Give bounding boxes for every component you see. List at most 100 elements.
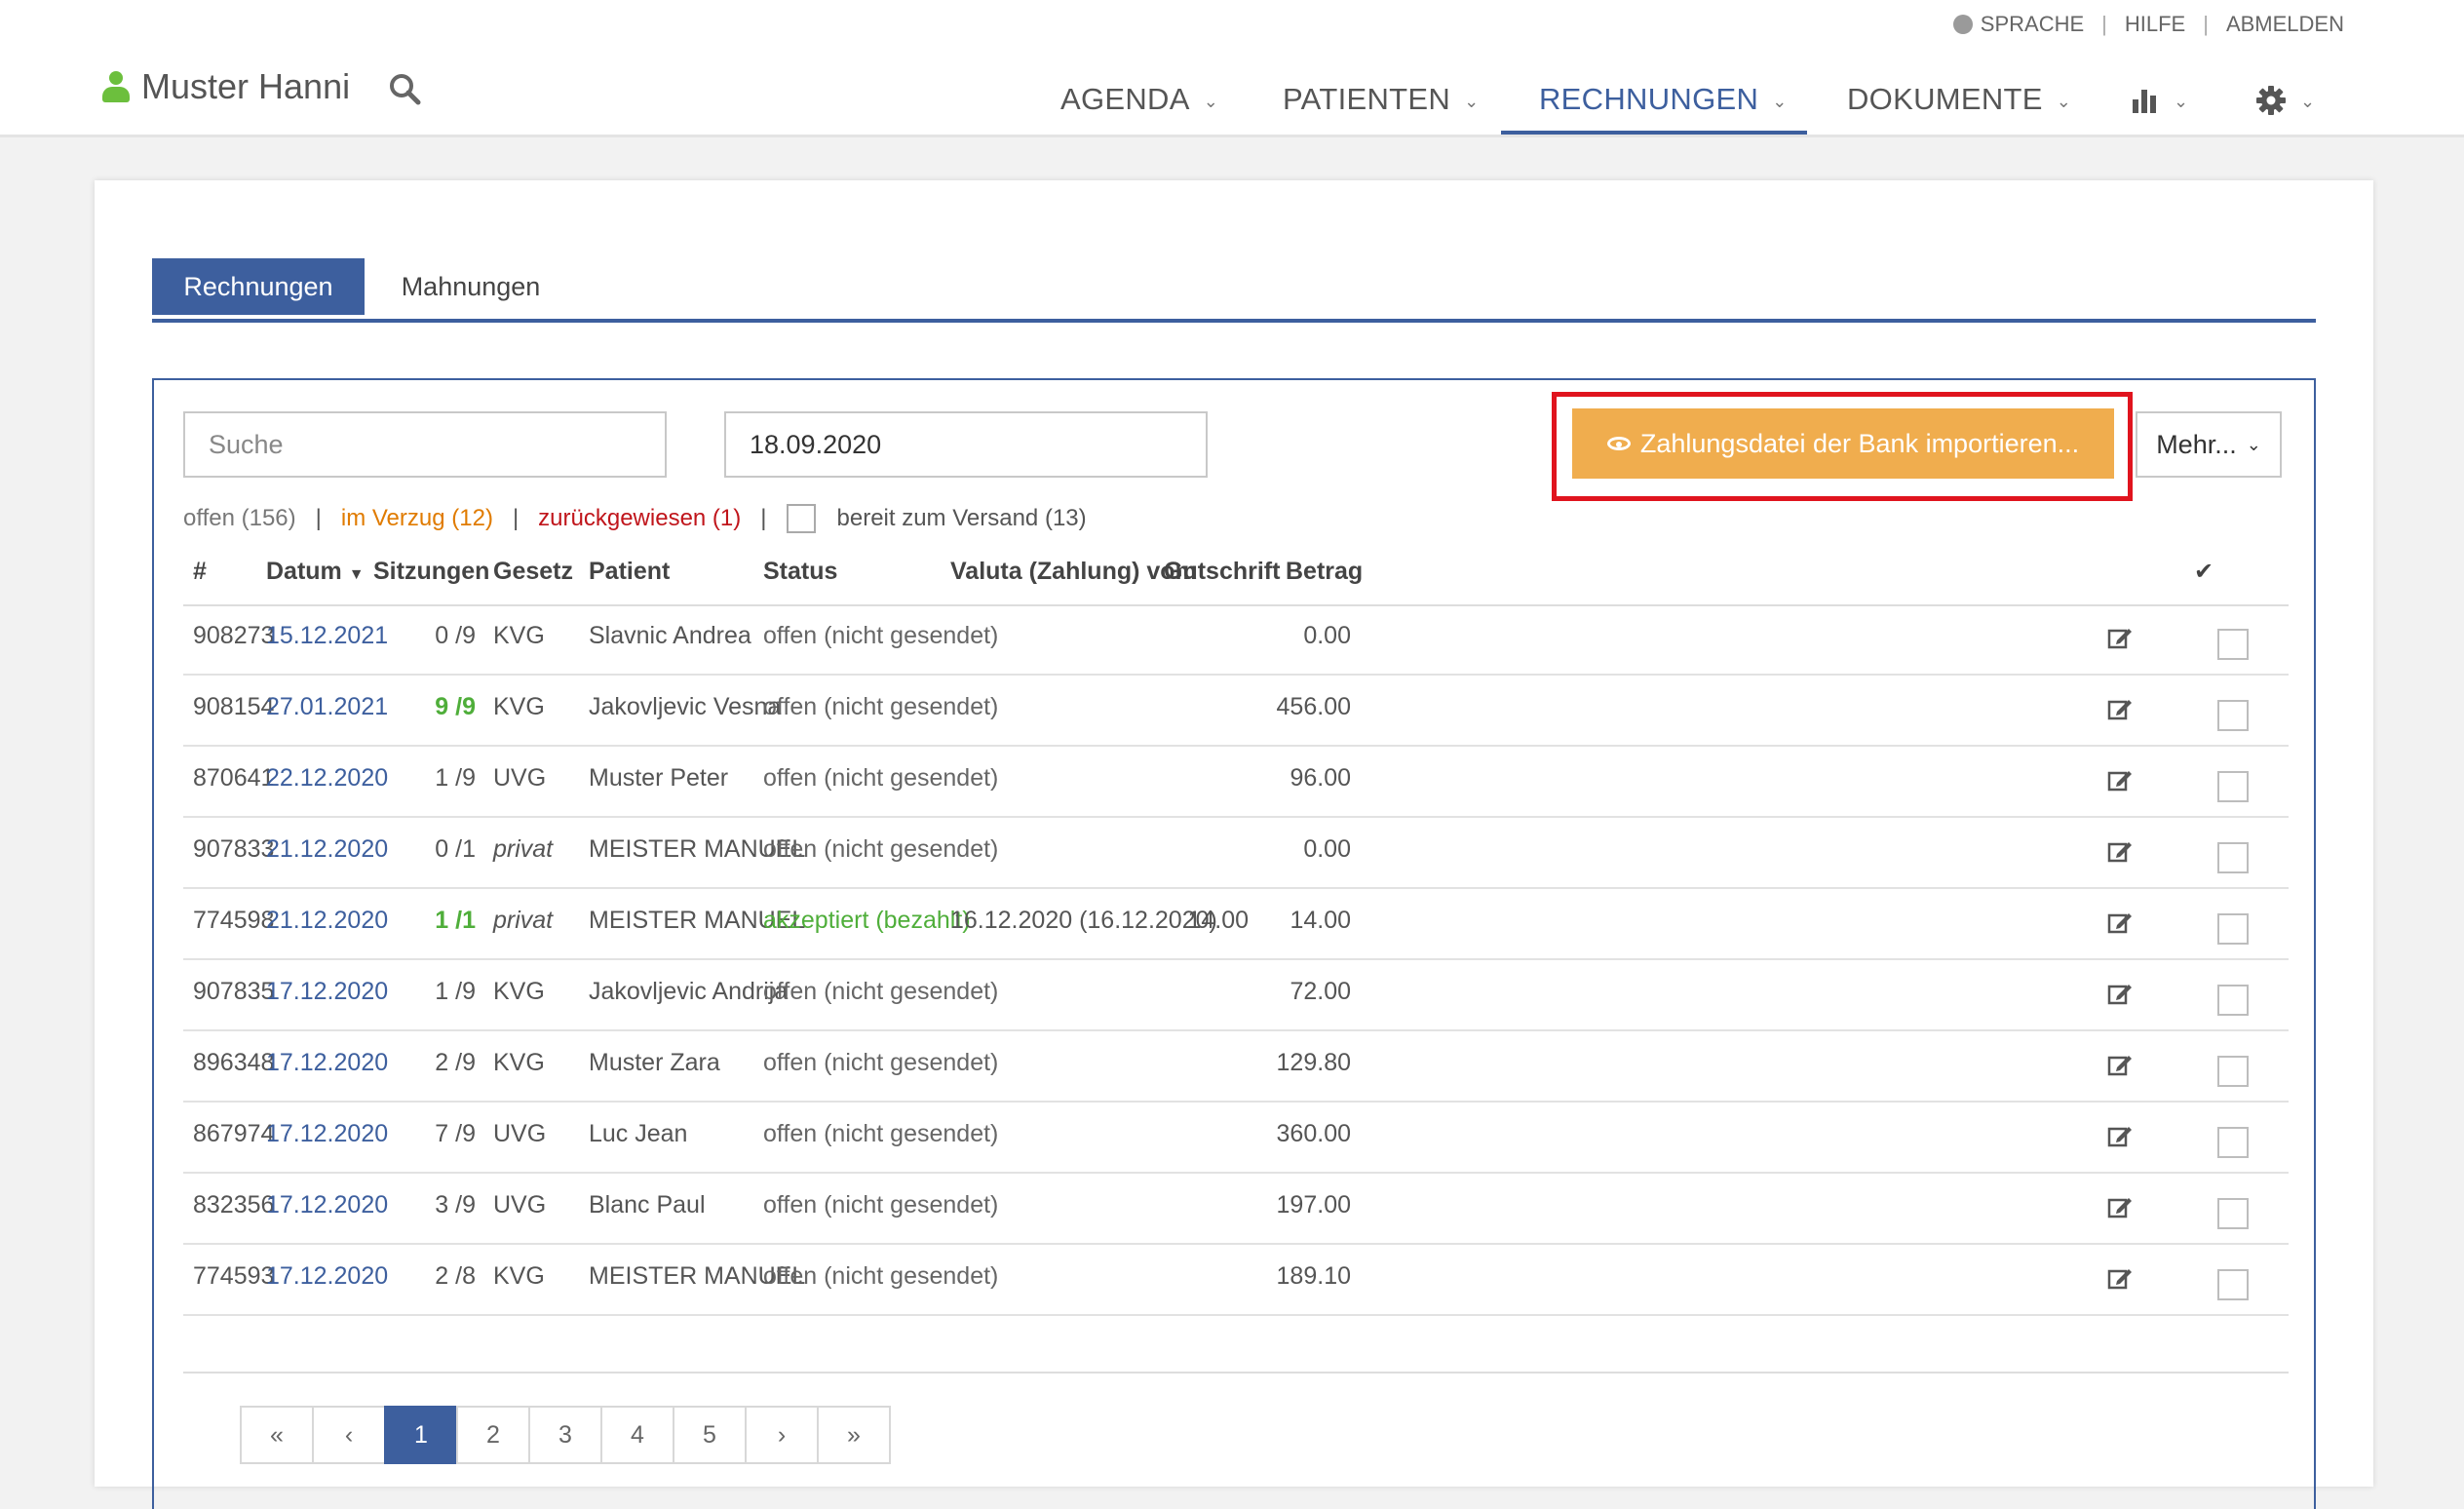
invoice-status: offen (nicht gesendet) <box>763 1191 999 1219</box>
col-number: # <box>193 558 207 585</box>
edit-icon[interactable] <box>2107 839 2133 863</box>
invoice-date-link[interactable]: 15.12.2021 <box>266 622 388 650</box>
row-checkbox[interactable] <box>2217 700 2249 731</box>
logout-link[interactable]: ABMELDEN <box>2226 12 2344 37</box>
row-checkbox[interactable] <box>2217 1269 2249 1300</box>
table-row[interactable]: 832356 17.12.2020 3 /9 UVG Blanc Paul offen (… <box>183 1174 2289 1245</box>
table-divider <box>183 1372 2289 1374</box>
table-row[interactable]: 907835 17.12.2020 1 /9 KVG Jakovljevic Andri… <box>183 960 2289 1031</box>
amount: 129.80 <box>1276 1049 1351 1076</box>
invoice-date-link[interactable]: 17.12.2020 <box>266 1191 388 1219</box>
invoice-date-link[interactable]: 27.01.2021 <box>266 693 388 721</box>
invoice-status: offen (nicht gesendet) <box>763 1120 999 1147</box>
date-field[interactable]: 18.09.2020 <box>724 411 1208 478</box>
patient-name: Jakovljevic Andrija <box>589 978 789 1005</box>
edit-icon[interactable] <box>2107 982 2133 1005</box>
table-row[interactable]: 908273 15.12.2021 0 /9 KVG Slavnic Andrea off… <box>183 604 2289 676</box>
filter-late[interactable]: im Verzug (12) <box>341 505 493 532</box>
more-dropdown-button[interactable]: Mehr... ⌄ <box>2136 411 2282 478</box>
sessions-count: 1 /9 <box>435 978 476 1005</box>
table-row[interactable]: 774593 17.12.2020 2 /8 KVG MEISTER MANUEL off… <box>183 1245 2289 1316</box>
invoice-date-link[interactable]: 17.12.2020 <box>266 1262 388 1291</box>
invoice-panel: Suche 18.09.2020 Zahlungsdatei der Bank … <box>152 378 2316 1509</box>
user-menu[interactable]: Muster Hanni <box>102 66 350 107</box>
invoice-number: 774593 <box>193 1262 275 1290</box>
page-2[interactable]: 2 <box>456 1406 530 1464</box>
invoice-status: offen (nicht gesendet) <box>763 978 999 1005</box>
nav-dokumente[interactable]: DOKUMENTE ⌄ <box>1847 62 2071 135</box>
invoice-date-link[interactable]: 21.12.2020 <box>266 907 388 935</box>
help-link[interactable]: HILFE <box>2125 12 2185 37</box>
edit-icon[interactable] <box>2107 1053 2133 1076</box>
page-first[interactable]: « <box>240 1406 314 1464</box>
edit-icon[interactable] <box>2107 1266 2133 1290</box>
edit-icon[interactable] <box>2107 697 2133 720</box>
invoice-date-link[interactable]: 17.12.2020 <box>266 1049 388 1077</box>
table-row[interactable]: 896348 17.12.2020 2 /9 KVG Muster Zara offen … <box>183 1031 2289 1103</box>
edit-icon[interactable] <box>2107 626 2133 649</box>
check-all-icon[interactable]: ✔ <box>2194 558 2214 586</box>
law-type: privat <box>493 907 554 934</box>
separator: | <box>760 505 767 531</box>
sessions-count: 9 /9 <box>435 693 476 720</box>
edit-icon[interactable] <box>2107 910 2133 934</box>
row-checkbox[interactable] <box>2217 629 2249 660</box>
table-row[interactable]: 774598 21.12.2020 1 /1 privat MEISTER MANUEL… <box>183 889 2289 960</box>
row-checkbox[interactable] <box>2217 1056 2249 1087</box>
edit-icon[interactable] <box>2107 1195 2133 1219</box>
page-5[interactable]: 5 <box>673 1406 747 1464</box>
law-type: KVG <box>493 622 545 649</box>
row-checkbox[interactable] <box>2217 913 2249 945</box>
table-row[interactable]: 908154 27.01.2021 9 /9 KVG Jakovljevic Vesna… <box>183 676 2289 747</box>
filter-open[interactable]: offen (156) <box>183 505 296 532</box>
nav-statistics[interactable]: ⌄ <box>2131 62 2188 135</box>
law-type: KVG <box>493 1049 545 1076</box>
invoice-date-link[interactable]: 17.12.2020 <box>266 1120 388 1148</box>
page-3[interactable]: 3 <box>528 1406 602 1464</box>
page-1[interactable]: 1 <box>384 1406 458 1464</box>
row-checkbox[interactable] <box>2217 1127 2249 1158</box>
invoice-number: 832356 <box>193 1191 275 1219</box>
invoice-date-link[interactable]: 22.12.2020 <box>266 764 388 793</box>
table-row[interactable]: 867974 17.12.2020 7 /9 UVG Luc Jean offen (ni… <box>183 1103 2289 1174</box>
row-checkbox[interactable] <box>2217 771 2249 802</box>
separator: | <box>315 505 322 531</box>
eye-icon <box>1606 437 1631 450</box>
page-last[interactable]: » <box>817 1406 891 1464</box>
page-prev[interactable]: ‹ <box>312 1406 386 1464</box>
tab-bar: Rechnungen Mahnungen <box>152 258 2316 323</box>
import-bank-file-button[interactable]: Zahlungsdatei der Bank importieren... <box>1572 408 2114 479</box>
ready-filter-checkbox[interactable] <box>786 504 816 533</box>
row-checkbox[interactable] <box>2217 1198 2249 1229</box>
amount: 96.00 <box>1290 764 1351 792</box>
table-row[interactable]: 907833 21.12.2020 0 /1 privat MEISTER MANUEL… <box>183 818 2289 889</box>
edit-icon[interactable] <box>2107 1124 2133 1147</box>
row-checkbox[interactable] <box>2217 985 2249 1016</box>
nav-patienten[interactable]: PATIENTEN ⌄ <box>1283 62 1479 135</box>
language-link[interactable]: SPRACHE <box>1981 12 2084 37</box>
col-gesetz: Gesetz <box>493 558 573 585</box>
credit-amount: 14.00 <box>1187 907 1249 934</box>
edit-icon[interactable] <box>2107 768 2133 792</box>
page-next[interactable]: › <box>745 1406 819 1464</box>
nav-agenda[interactable]: AGENDA ⌄ <box>1060 62 1218 135</box>
search-input[interactable]: Suche <box>183 411 667 478</box>
filter-bar: offen (156) | im Verzug (12) | zurückgew… <box>183 501 1087 536</box>
tab-rechnungen[interactable]: Rechnungen <box>152 258 365 315</box>
invoice-date-link[interactable]: 17.12.2020 <box>266 978 388 1006</box>
sessions-count: 3 /9 <box>435 1191 476 1219</box>
filter-rejected[interactable]: zurückgewiesen (1) <box>538 505 741 532</box>
amount: 14.00 <box>1290 907 1351 934</box>
table-header: # Datum ▼ Sitzungen Gesetz Patient Statu… <box>183 544 2289 606</box>
search-icon[interactable] <box>388 72 421 105</box>
nav-settings[interactable]: ⌄ <box>2255 62 2315 135</box>
sessions-count: 7 /9 <box>435 1120 476 1147</box>
page-4[interactable]: 4 <box>600 1406 674 1464</box>
row-checkbox[interactable] <box>2217 842 2249 873</box>
tab-mahnungen[interactable]: Mahnungen <box>368 258 573 315</box>
col-datum[interactable]: Datum ▼ <box>266 558 365 586</box>
nav-rechnungen[interactable]: RECHNUNGEN ⌄ <box>1501 62 1807 135</box>
table-row[interactable]: 870641 22.12.2020 1 /9 UVG Muster Peter offen… <box>183 747 2289 818</box>
invoice-date-link[interactable]: 21.12.2020 <box>266 835 388 864</box>
invoice-status: offen (nicht gesendet) <box>763 835 999 863</box>
